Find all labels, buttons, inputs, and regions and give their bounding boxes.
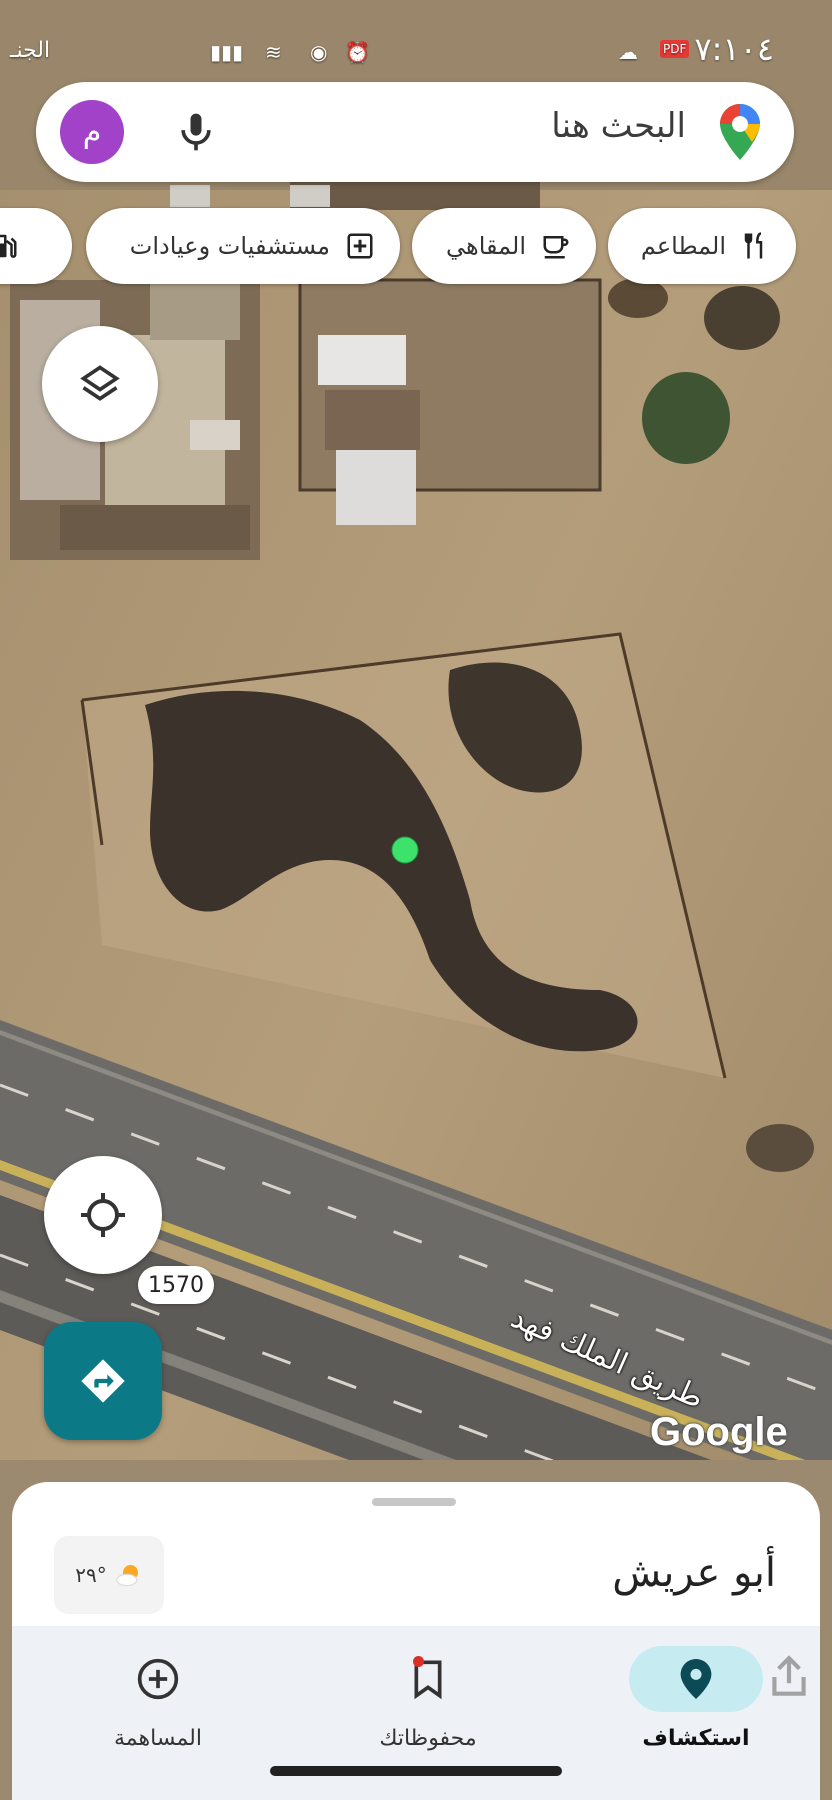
chip-cafes[interactable]: المقاهي <box>412 208 596 284</box>
hospital-icon <box>344 230 376 262</box>
nav-label: محفوظاتك <box>379 1726 477 1751</box>
nav-saved[interactable]: محفوظاتك <box>328 1646 528 1766</box>
pdf-icon: PDF <box>660 40 690 58</box>
nav-contribute[interactable]: المساهمة <box>58 1646 258 1766</box>
chip-label: المطاعم <box>640 232 726 260</box>
directions-button[interactable] <box>44 1322 162 1440</box>
my-location-button[interactable] <box>44 1156 162 1274</box>
coffee-icon <box>540 230 572 262</box>
location-icon: ◉ <box>310 40 328 64</box>
nav-label: استكشاف <box>642 1726 750 1751</box>
directions-icon <box>81 1359 125 1403</box>
chip-hospitals[interactable]: مستشفيات وعيادات <box>86 208 400 284</box>
partly-cloudy-icon <box>115 1565 138 1587</box>
sheet-drag-handle[interactable] <box>372 1498 456 1506</box>
google-watermark: Google <box>650 1410 788 1454</box>
signal-icon: ▮▮▮ <box>210 40 244 64</box>
microphone-icon[interactable] <box>174 110 218 154</box>
chip-label: مستشفيات وعيادات <box>129 232 330 260</box>
chip-label: المقاهي <box>446 232 526 260</box>
avatar-letter: م <box>82 114 102 150</box>
nav-contribute-icon-wrap <box>91 1646 225 1712</box>
place-name: أبو عريش <box>612 1550 776 1596</box>
share-icon[interactable] <box>764 1652 814 1702</box>
crosshair-icon <box>81 1193 125 1237</box>
nav-saved-icon-wrap <box>361 1646 495 1712</box>
search-input[interactable]: البحث هنا <box>551 106 686 146</box>
restaurant-icon <box>740 230 772 262</box>
cloud-icon: ☁ <box>618 40 638 64</box>
explore-pin-icon <box>680 1659 712 1699</box>
nav-label: المساهمة <box>114 1726 202 1751</box>
scale-indicator: 1570 <box>138 1266 214 1304</box>
nav-explore-icon-wrap <box>629 1646 763 1712</box>
gas-station-icon <box>0 230 20 262</box>
wifi-icon: ≋ <box>265 40 282 64</box>
status-bar: الجنـ ▮▮▮ ≋ ◉ ⏰ ☁ PDF ٧:١٠٤ <box>0 18 832 74</box>
add-circle-icon <box>137 1658 179 1700</box>
account-avatar[interactable]: م <box>60 100 124 164</box>
weather-temperature: ٢٩° <box>75 1563 107 1587</box>
status-time: ٧:١٠٤ <box>694 30 774 68</box>
layers-icon <box>80 365 120 401</box>
alarm-icon: ⏰ <box>345 40 370 64</box>
notification-dot <box>413 1656 424 1667</box>
search-bar[interactable]: م البحث هنا <box>36 82 794 182</box>
home-indicator[interactable] <box>270 1766 562 1776</box>
layers-button[interactable] <box>42 326 158 442</box>
chip-restaurants[interactable]: المطاعم <box>608 208 796 284</box>
google-maps-logo-icon <box>720 104 760 160</box>
weather-chip[interactable]: ٢٩° <box>54 1536 164 1614</box>
carrier-label: الجنـ <box>10 38 51 63</box>
